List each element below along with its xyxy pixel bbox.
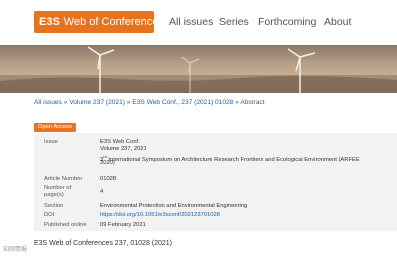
nav-all-issues[interactable]: All issues <box>169 16 213 28</box>
article-number-label: Article Number <box>44 176 83 182</box>
issue-conference: 3rd International Symposium on Architect… <box>100 153 360 164</box>
logo-text: Web of Conferences <box>63 16 164 28</box>
issue-volume: Volume 237, 2021 <box>100 146 147 152</box>
breadcrumb-current: Abstract <box>240 99 265 106</box>
nav-about[interactable]: About <box>324 16 351 28</box>
section-label: Section <box>44 203 64 209</box>
issue-journal: E3S Web Conf. <box>100 139 140 145</box>
nav-forthcoming[interactable]: Forthcoming <box>258 16 316 28</box>
breadcrumb-all-issues[interactable]: All issues <box>34 99 62 106</box>
article-metadata: Issue E3S Web Conf. Volume 237, 2021 3rd… <box>34 133 397 231</box>
breadcrumb-separator: » <box>126 99 131 106</box>
pages-label-2: page(s) <box>44 192 64 198</box>
page-count: 4 <box>100 189 104 195</box>
banner-image <box>0 45 397 93</box>
breadcrumb-separator: » <box>235 99 239 106</box>
breadcrumb-article[interactable]: E3S Web Conf., 237 (2021) 01028 <box>132 99 233 106</box>
pages-label: Number of <box>44 185 72 191</box>
issue-conference-year: 2020) <box>100 160 115 166</box>
breadcrumb-separator: » <box>63 99 68 106</box>
published-date: 09 February 2021 <box>100 222 146 228</box>
article-number: 01028 <box>100 176 117 182</box>
doi-link[interactable]: https://doi.org/10.1051/e3sconf/20212370… <box>100 212 220 219</box>
watermark: 知网情报 <box>3 247 28 253</box>
issue-conference-name: International Symposium on Architecture … <box>106 156 360 163</box>
site-logo[interactable]: E3S Web of Conferences <box>34 11 164 33</box>
published-label: Published online <box>44 222 87 228</box>
doi-label: DOI <box>44 212 55 218</box>
nav-series[interactable]: Series <box>219 16 249 28</box>
issue-label: Issue <box>44 139 58 145</box>
wind-turbine-illustration <box>0 46 397 93</box>
logo-e3s: E3S <box>39 16 60 28</box>
article-citation-title: E3S Web of Conferences 237, 01028 (2021) <box>34 240 173 247</box>
breadcrumb: All issues » Volume 237 (2021) » E3S Web… <box>34 99 265 106</box>
breadcrumb-volume[interactable]: Volume 237 (2021) <box>69 99 125 106</box>
open-access-badge: Open Access <box>34 123 76 132</box>
section-value: Environmental Protection and Environment… <box>100 203 248 209</box>
site-header: E3S Web of Conferences All issues Series … <box>0 0 397 45</box>
